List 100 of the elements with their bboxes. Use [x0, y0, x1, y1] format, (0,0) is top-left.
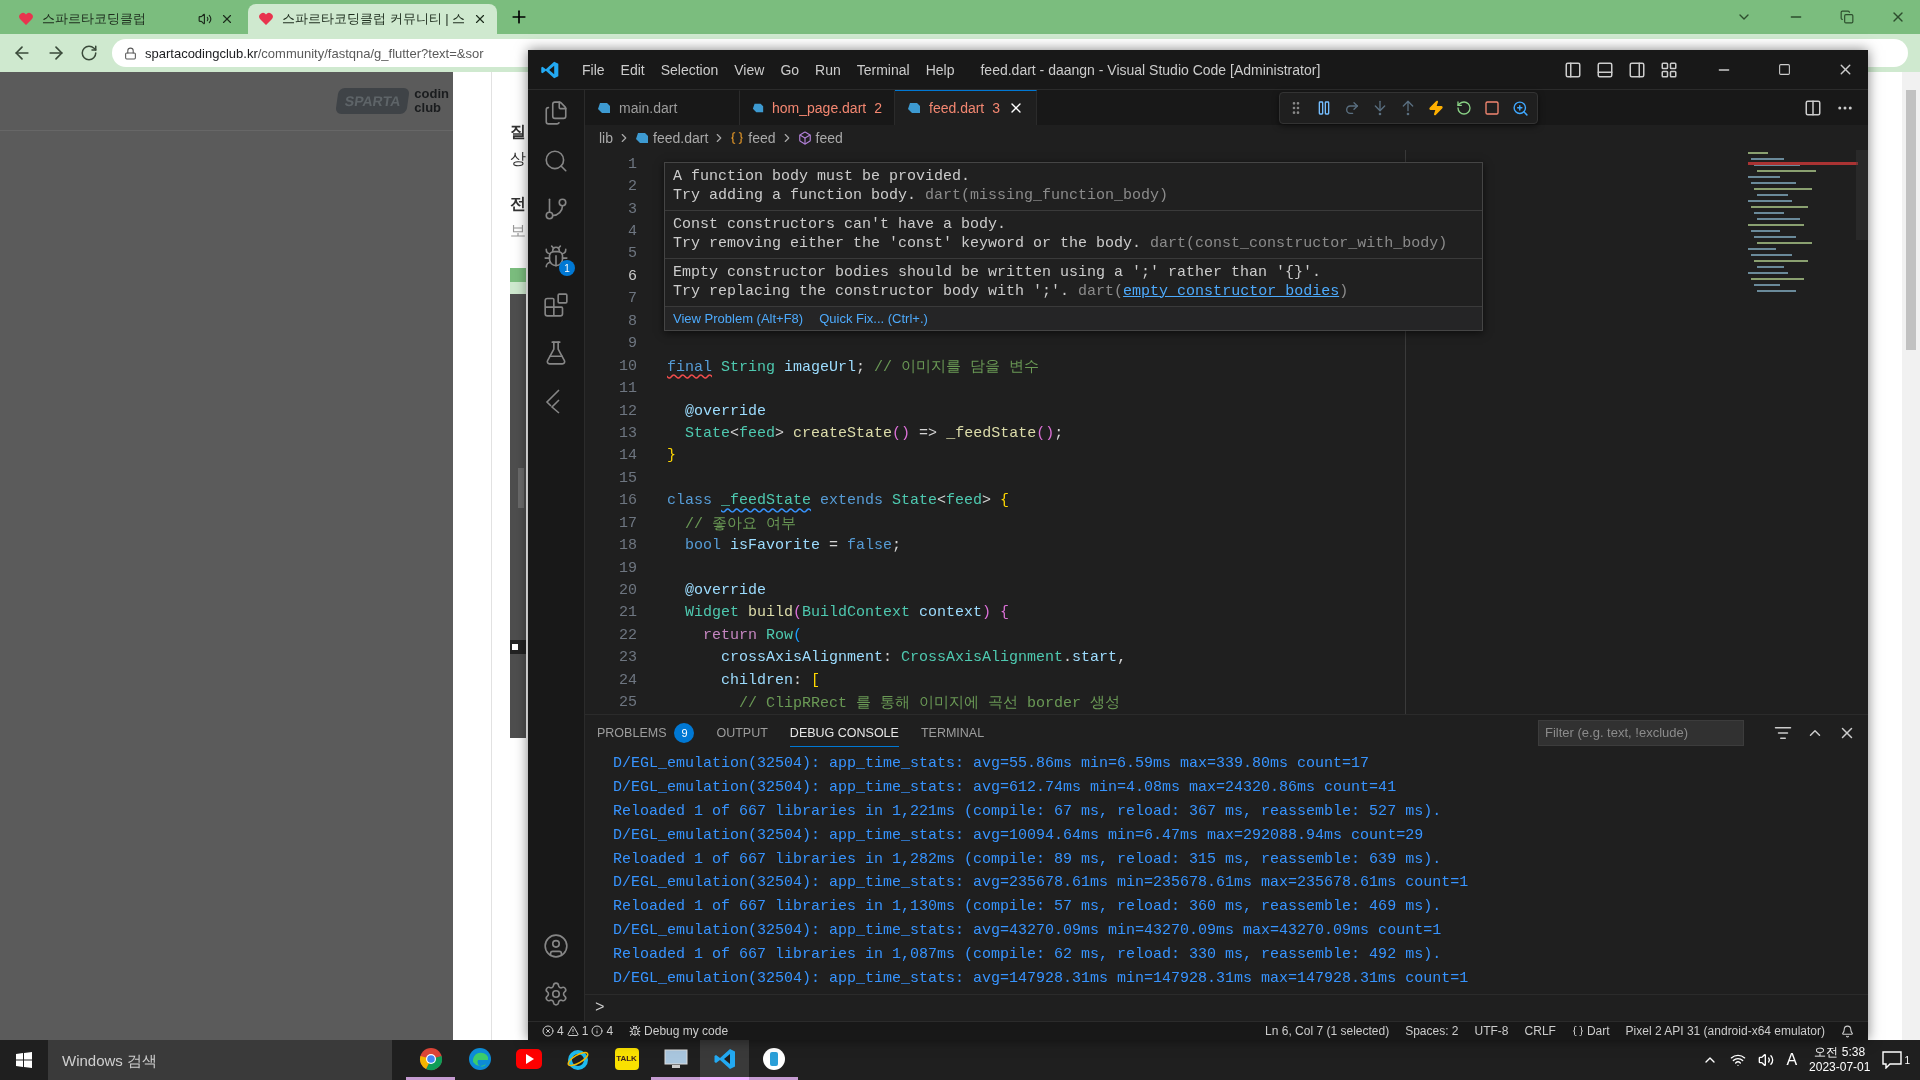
- browser-tab[interactable]: 스파르타코딩클럽: [8, 4, 244, 34]
- panel-right-icon[interactable]: [1628, 60, 1646, 79]
- edge-icon: [467, 1046, 492, 1071]
- device-status[interactable]: Pixel 2 API 31 (android-x64 emulator): [1625, 1024, 1825, 1038]
- filter-field[interactable]: Filter (e.g. text, !exclude): [1538, 719, 1744, 746]
- panel-tab[interactable]: DEBUG CONSOLE: [789, 718, 899, 747]
- lightning-icon[interactable]: [1428, 100, 1444, 116]
- bell-icon[interactable]: [1841, 1024, 1854, 1038]
- line-number: 21: [618, 604, 637, 622]
- dart-file-icon: [597, 101, 611, 115]
- menu-item[interactable]: Terminal: [848, 61, 918, 78]
- status-item[interactable]: CRLF: [1524, 1024, 1556, 1038]
- pause-icon[interactable]: [1316, 100, 1332, 116]
- line-number: 11: [618, 380, 637, 398]
- line-number: 23: [618, 649, 637, 667]
- input-method[interactable]: A: [1786, 1051, 1798, 1069]
- stop-icon[interactable]: [1484, 100, 1500, 116]
- status-item[interactable]: Spaces: 2: [1405, 1024, 1459, 1038]
- language-status[interactable]: Dart: [1571, 1024, 1610, 1038]
- page-text: 보: [510, 221, 526, 241]
- restore-icon[interactable]: [1840, 10, 1854, 24]
- close-icon[interactable]: [220, 12, 234, 26]
- bug-icon[interactable]: [543, 244, 569, 270]
- menu-item[interactable]: Selection: [652, 61, 727, 78]
- play-icon: [515, 1048, 542, 1069]
- panel-tab[interactable]: OUTPUT: [716, 718, 768, 747]
- menu-item[interactable]: Go: [772, 61, 808, 78]
- step-into-icon[interactable]: [1372, 100, 1388, 116]
- problem-hint: Try adding a function body. dart(missing_function_body): [673, 186, 1170, 205]
- rule-link[interactable]: empty_constructor_bodies: [1123, 282, 1340, 300]
- menu-item[interactable]: Help: [917, 61, 963, 78]
- menu-item[interactable]: Edit: [612, 61, 653, 78]
- line-number: 19: [618, 559, 637, 577]
- speaker-icon[interactable]: [1758, 1052, 1775, 1068]
- hover-action-link[interactable]: Quick Fix... (Ctrl+.): [819, 311, 928, 326]
- line-number: 14: [618, 447, 637, 465]
- console-prompt[interactable]: >: [595, 998, 605, 1017]
- line-number: 9: [627, 335, 637, 353]
- menu-item[interactable]: File: [574, 61, 613, 78]
- scrollbar-thumb[interactable]: [1856, 150, 1868, 240]
- code-editor-icon: [712, 1046, 737, 1071]
- code-line: crossAxisAlignment: CrossAxisAlignment.start,: [720, 649, 1127, 667]
- page-text: 상: [510, 149, 526, 169]
- console-line: Reloaded 1 of 667 libraries in 1,221ms (compile: 67 ms, reload: 367 ms, reassemble: 527 ms).: [613, 802, 1443, 822]
- dart-file-icon: [635, 130, 649, 145]
- maximize-icon[interactable]: [1778, 63, 1791, 76]
- count-badge: 1: [559, 260, 575, 276]
- panel-tab[interactable]: PROBLEMS 9: [597, 715, 695, 750]
- line-number: 18: [618, 537, 637, 555]
- editor-tab[interactable]: feed.dart 3: [895, 90, 1038, 125]
- code-line: bool isFavorite = false;: [684, 537, 902, 555]
- code-line: class _feedState extends State<feed> {: [667, 492, 1010, 510]
- line-number: 13: [618, 424, 637, 442]
- restart-icon[interactable]: [1456, 100, 1472, 116]
- menu-item[interactable]: Run: [807, 61, 849, 78]
- settings-icon[interactable]: [543, 981, 569, 1007]
- layout-icon[interactable]: [1660, 60, 1678, 79]
- status-item[interactable]: UTF-8: [1474, 1024, 1509, 1038]
- search-icon[interactable]: [543, 148, 569, 174]
- problem-message: Empty constructor bodies should be written using a ';' rather than '{}'.: [673, 264, 1323, 283]
- split-editor-icon[interactable]: [1804, 98, 1822, 117]
- hover-action-link[interactable]: View Problem (Alt+F8): [673, 311, 804, 326]
- panel-bottom-icon[interactable]: [1596, 60, 1614, 79]
- console-line: D/EGL_emulation(32504): app_time_stats: avg=147928.31ms min=147928.31ms max=147928.31ms count=1: [613, 970, 1470, 989]
- clock[interactable]: 오전 5:38 2023-07-01: [1809, 1045, 1871, 1075]
- info-icon: [591, 1025, 604, 1037]
- breadcrumb[interactable]: feed: [815, 129, 843, 146]
- step-over-icon[interactable]: [1344, 100, 1360, 116]
- scrollbar-thumb[interactable]: [1906, 90, 1916, 350]
- network-icon[interactable]: [1730, 1052, 1747, 1068]
- breadcrumb[interactable]: lib: [599, 129, 613, 146]
- panel-tab[interactable]: TERMINAL: [920, 718, 985, 747]
- warning-icon: [566, 1025, 579, 1037]
- search-field[interactable]: Windows 검색: [48, 1040, 392, 1080]
- panel-left-icon[interactable]: [1564, 60, 1582, 79]
- files-icon[interactable]: [543, 100, 569, 126]
- debug-status[interactable]: Debug my code: [629, 1024, 729, 1038]
- inspect-icon[interactable]: [1512, 99, 1529, 117]
- breadcrumb[interactable]: feed.dart: [653, 129, 709, 146]
- branch-icon[interactable]: [543, 196, 569, 222]
- page-text: 질: [510, 122, 526, 142]
- windows-icon[interactable]: [16, 1052, 32, 1068]
- problems-status[interactable]: 4 1 4: [542, 1024, 614, 1038]
- chat-app-icon: TALK: [614, 1047, 639, 1070]
- line-number: 2: [627, 178, 637, 196]
- heart-icon: [258, 11, 274, 27]
- bug-icon: [629, 1025, 642, 1037]
- console-line: D/EGL_emulation(32504): app_time_stats: avg=43270.09ms min=43270.09ms max=43270.09ms count=1: [613, 922, 1443, 942]
- breadcrumb[interactable]: feed: [748, 129, 776, 146]
- reload-icon[interactable]: [80, 44, 98, 62]
- speaker-icon[interactable]: [198, 12, 212, 26]
- notification-icon[interactable]: [1882, 1051, 1903, 1069]
- code-line: @override: [684, 402, 767, 420]
- menu-item[interactable]: View: [726, 61, 773, 78]
- account-icon[interactable]: [543, 933, 569, 959]
- line-number: 17: [618, 514, 637, 532]
- browser-tab[interactable]: 스파르타코딩클럽 커뮤니티 | 스: [248, 4, 498, 34]
- extensions-icon[interactable]: [543, 292, 569, 318]
- step-out-icon[interactable]: [1400, 100, 1416, 116]
- status-item[interactable]: Ln 6, Col 7 (1 selected): [1265, 1024, 1390, 1038]
